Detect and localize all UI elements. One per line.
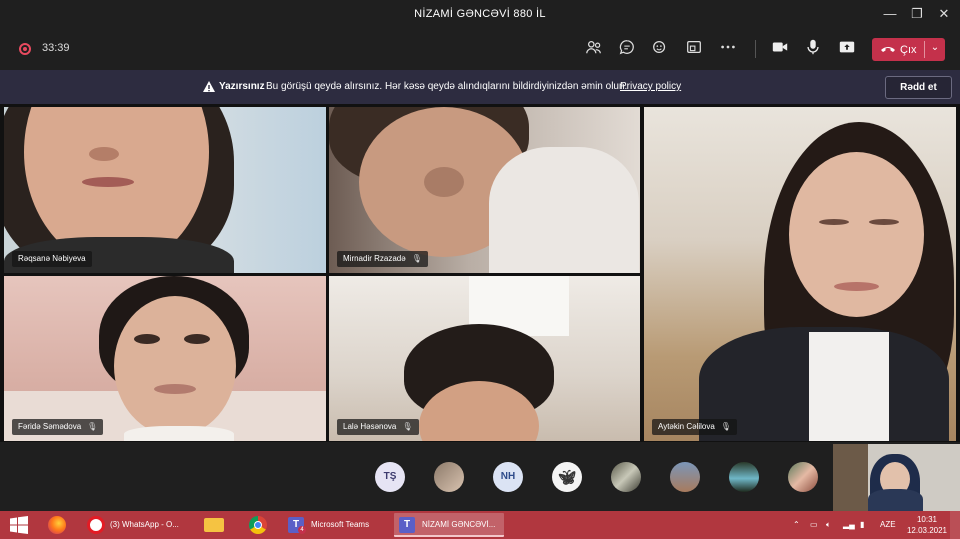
chat-button[interactable] <box>615 38 639 60</box>
meeting-toolbar: 33:39 Çıx ⌄ <box>0 28 960 70</box>
windows-taskbar: (3) WhatsApp - O... T 4 Microsoft Teams … <box>0 511 960 539</box>
participant-name-tag: Rəqsanə Nəbiyeva <box>12 251 92 267</box>
participant-name-tag: Aytəkin Cəlilova 🎙︎ <box>652 419 737 435</box>
butterfly-icon: 🦋︎ <box>558 469 576 485</box>
clock[interactable]: 10:31 12.03.2021 <box>906 511 948 539</box>
firefox-icon <box>48 516 66 534</box>
firefox-taskbar-button[interactable] <box>44 511 70 539</box>
participant-name-tag: Lalə Həsənova 🎙︎ <box>337 419 419 435</box>
share-screen-button[interactable] <box>835 38 859 60</box>
title-bar: NİZAMİ GƏNCƏVİ 880 İL — ❐ ✕ <box>0 0 960 28</box>
avatar[interactable] <box>434 462 464 492</box>
chevron-down-icon[interactable]: ⌄ <box>928 42 942 53</box>
battery-icon[interactable]: ▮ <box>860 511 872 539</box>
avatar[interactable]: 🦋︎ <box>552 462 582 492</box>
mic-muted-icon: 🎙︎ <box>720 422 731 431</box>
teams-meeting-window: NİZAMİ GƏNCƏVİ 880 İL — ❐ ✕ 33:39 Çıx ⌄ … <box>0 0 960 539</box>
chrome-icon <box>249 516 267 534</box>
hang-up-icon <box>881 47 895 52</box>
share-screen-icon <box>839 41 855 53</box>
participant-name-tag: Mirnadir Rzazadə 🎙︎ <box>337 251 428 267</box>
start-button[interactable] <box>6 511 32 539</box>
video-tile[interactable]: Fəridə Səmədova 🎙︎ <box>4 276 326 441</box>
close-window-button[interactable]: ✕ <box>934 4 954 24</box>
meeting-timer: 33:39 <box>42 42 70 54</box>
leave-divider <box>924 41 925 58</box>
privacy-policy-link[interactable]: Privacy policy <box>620 81 681 92</box>
avatar[interactable] <box>729 462 759 492</box>
mic-muted-icon: 🎙︎ <box>402 422 413 431</box>
maximize-button[interactable]: ❐ <box>907 4 927 24</box>
windows-icon <box>10 516 28 534</box>
video-tile[interactable]: Lalə Həsənova 🎙︎ <box>329 276 640 441</box>
microphone-button[interactable] <box>801 38 825 60</box>
network-icon[interactable]: ▭ <box>810 511 824 539</box>
warning-icon <box>203 81 215 92</box>
chat-icon <box>619 40 634 55</box>
teams-taskbar-button[interactable]: T 4 Microsoft Teams <box>283 513 389 537</box>
leave-button[interactable]: Çıx ⌄ <box>872 38 945 61</box>
banner-message: Bu görüşü qeydə alırsınız. Hər kəsə qeyd… <box>266 81 628 92</box>
recording-icon <box>19 43 31 55</box>
recording-banner: Yazırsınız Bu görüşü qeydə alırsınız. Hə… <box>0 70 960 104</box>
video-grid: Rəqsanə Nəbiyeva Mirnadir Rzazadə 🎙︎ Aytə… <box>0 104 960 442</box>
teams-icon: T <box>399 517 415 533</box>
clock-date: 12.03.2021 <box>906 526 948 535</box>
chevron-up-icon[interactable]: ⌃ <box>793 511 805 539</box>
banner-title: Yazırsınız <box>219 81 265 92</box>
video-tile[interactable]: Rəqsanə Nəbiyeva <box>4 107 326 273</box>
volume-icon[interactable]: 🔈︎ <box>826 511 838 539</box>
show-desktop-button[interactable] <box>950 511 960 539</box>
folder-icon <box>204 518 224 532</box>
notification-badge: 4 <box>298 526 306 534</box>
mic-muted-icon: 🎙︎ <box>411 254 422 263</box>
share-tray-button[interactable] <box>682 38 706 60</box>
participants-button[interactable] <box>582 38 606 60</box>
mic-muted-icon: 🎙︎ <box>87 422 98 431</box>
clock-time: 10:31 <box>916 515 938 524</box>
share-tray-icon <box>687 40 701 54</box>
minimize-button[interactable]: — <box>880 4 900 24</box>
reactions-button[interactable] <box>648 38 672 60</box>
more-icon <box>721 45 735 49</box>
avatar[interactable] <box>611 462 641 492</box>
signal-icon[interactable]: ▂▄ <box>843 511 855 539</box>
leave-label: Çıx <box>900 44 917 56</box>
more-options-button[interactable] <box>716 38 740 60</box>
opera-icon <box>87 516 105 534</box>
mic-icon <box>807 39 819 55</box>
participant-name-tag: Fəridə Səmədova 🎙︎ <box>12 419 104 435</box>
camera-button[interactable] <box>768 38 792 60</box>
toolbar-divider <box>755 40 756 58</box>
avatar[interactable]: TŞ <box>375 462 405 492</box>
camera-icon <box>772 42 788 52</box>
video-tile[interactable]: Mirnadir Rzazadə 🎙︎ <box>329 107 640 273</box>
avatar[interactable] <box>788 462 818 492</box>
whatsapp-taskbar-button[interactable]: (3) WhatsApp - O... <box>82 513 188 537</box>
meeting-taskbar-button[interactable]: T NİZAMİ GƏNCƏVİ... <box>394 513 504 537</box>
reactions-icon <box>653 40 666 54</box>
avatar[interactable] <box>670 462 700 492</box>
language-indicator[interactable]: AZE <box>880 511 896 539</box>
dismiss-button[interactable]: Rədd et <box>885 76 952 99</box>
chrome-taskbar-button[interactable] <box>245 511 271 539</box>
avatar[interactable]: NH <box>493 462 523 492</box>
file-explorer-taskbar-button[interactable] <box>201 511 227 539</box>
self-view-video[interactable] <box>833 444 960 511</box>
participant-roster: TŞ NH 🦋︎ <box>0 442 960 511</box>
video-tile[interactable]: Aytəkin Cəlilova 🎙︎ <box>644 107 956 441</box>
window-title: NİZAMİ GƏNCƏVİ 880 İL <box>414 8 546 20</box>
participants-icon <box>586 40 601 54</box>
